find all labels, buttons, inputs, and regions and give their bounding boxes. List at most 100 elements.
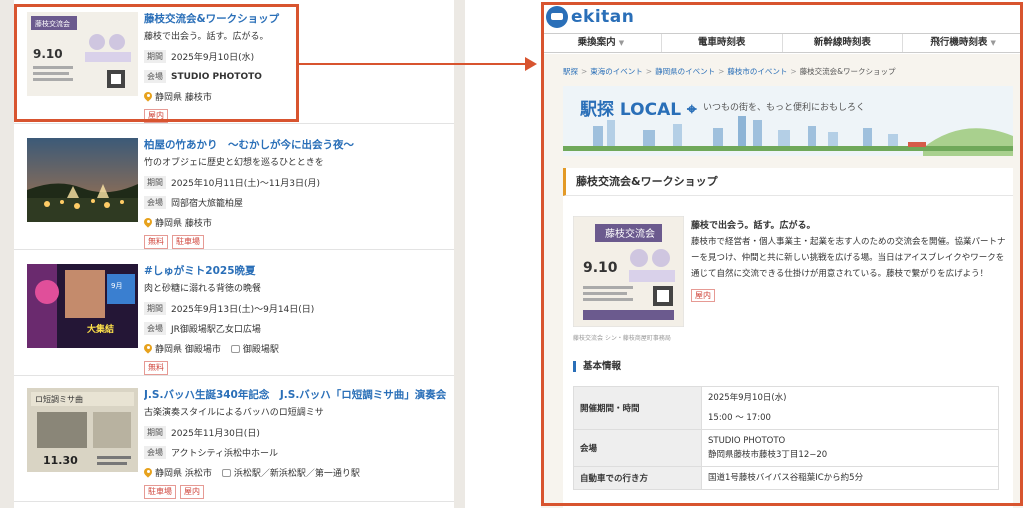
event-venue: アクトシティ浜松中ホール (171, 449, 279, 459)
table-row: 自動車での行き方 国道1号藤枝バイパス谷稲葉ICから約5分 (573, 466, 999, 490)
map-pin-icon (144, 468, 152, 478)
badge-parking: 駐車場 (144, 485, 176, 499)
badge-indoor: 屋内 (180, 485, 204, 499)
row-label: 自動車での行き方 (573, 466, 702, 490)
svg-text:9月: 9月 (111, 282, 122, 290)
event-badges: 無料 (144, 361, 450, 375)
event-info: J.S.バッハ生誕340年記念 J.S.バッハ「ロ短調ミサ曲」演奏会 古楽演奏ス… (144, 388, 450, 499)
badge-free: 無料 (144, 235, 168, 249)
event-venue-row: 会場 アクトシティ浜松中ホール (144, 446, 450, 459)
svg-text:大集結: 大集結 (87, 323, 114, 335)
event-subtitle: 肉と砂糖に溺れる背徳の晩餐 (144, 284, 262, 294)
breadcrumb-link[interactable]: 静岡県のイベント (655, 67, 715, 76)
map-pin-icon: ⌖ (686, 100, 697, 120)
event-location-row: 静岡県 浜松市 浜松駅／新浜松駅／第一通り駅 (144, 466, 450, 479)
event-badges: 無料 駐車場 (144, 235, 450, 249)
row-value: STUDIO PHOTOTO 静岡県藤枝市藤枝3丁目12−20 (701, 429, 999, 467)
basic-info-heading: 基本情報 (573, 361, 621, 372)
row-value: 2025年9月10日(水) 15:00 ～ 17:00 (701, 386, 999, 430)
event-location-row: 静岡県 藤枝市 (144, 216, 450, 229)
basic-info-table: 開催期間・時間 2025年9月10日(水) 15:00 ～ 17:00 会場 S… (573, 386, 999, 490)
row-value: 国道1号藤枝バイパス谷稲葉ICから約5分 (701, 466, 999, 490)
event-badges: 駐車場 屋内 (144, 485, 450, 499)
event-poster-image[interactable]: 大集結 9月 (27, 264, 138, 348)
event-period: 2025年9月13日(土)～9月14日(日) (171, 305, 315, 315)
arrow-right-icon (525, 57, 537, 71)
svg-text:藤枝交流会: 藤枝交流会 (605, 227, 655, 240)
nav-transfer[interactable]: 乗換案内 ▼ (541, 34, 662, 52)
nav-shinkansen-timetable[interactable]: 新幹線時刻表 (783, 34, 904, 52)
breadcrumb-current: 藤枝交流会&ワークショップ (799, 67, 896, 76)
event-station: 御殿場駅 (242, 345, 279, 355)
local-banner[interactable]: 駅探 LOCAL ⌖ いつもの街を、もっと便利におもしろく (563, 86, 1013, 156)
event-period-row: 期間 2025年10月11日(土)～11月3日(月) (144, 176, 450, 189)
event-badges: 屋内 (691, 283, 715, 302)
nav-flight-timetable[interactable]: 飛行機時刻表 ▼ (903, 34, 1023, 52)
train-logo-icon (546, 6, 568, 28)
event-title[interactable]: 柏屋の竹あかり ～むかしが今に出会う夜～ (144, 138, 450, 152)
table-row: 開催期間・時間 2025年9月10日(水) 15:00 ～ 17:00 (573, 386, 999, 430)
event-subtitle: 竹のオブジェに歴史と幻想を巡るひとときを (144, 158, 324, 168)
svg-text:ロ短調ミサ曲: ロ短調ミサ曲 (35, 394, 83, 404)
svg-text:11.30: 11.30 (43, 454, 78, 467)
venue-label: 会場 (144, 446, 166, 459)
row-label: 会場 (573, 429, 702, 467)
event-info: #しゅがミト2025晩夏 肉と砂糖に溺れる背徳の晩餐 期間 2025年9月13日… (144, 264, 450, 375)
breadcrumb-link[interactable]: 駅探 (563, 67, 578, 76)
breadcrumb-link[interactable]: 東海のイベント (590, 67, 643, 76)
chevron-down-icon: ▼ (618, 39, 625, 47)
chevron-down-icon: ▼ (990, 39, 996, 47)
event-poster-image[interactable]: ロ短調ミサ曲 11.30 (27, 388, 138, 472)
map-pin-icon (144, 218, 152, 228)
period-label: 期間 (144, 426, 166, 439)
event-location: 静岡県 御殿場市 (155, 345, 221, 355)
event-heading: 藤枝交流会&ワークショップ (563, 168, 1013, 196)
site-logo[interactable]: ekitan (546, 6, 634, 28)
event-period-row: 期間 2025年11月30日(日) (144, 426, 450, 439)
row-label: 開催期間・時間 (573, 386, 702, 430)
venue-label: 会場 (144, 196, 166, 209)
event-detail-card: 藤枝交流会&ワークショップ 藤枝交流会 9.10 藤枝交流会 シン・藤枝商屋町事… (563, 168, 1013, 508)
period-label: 期間 (144, 176, 166, 189)
event-venue: 岡部宿大旅籠柏屋 (171, 199, 244, 209)
breadcrumb: 駅探 > 東海のイベント > 静岡県のイベント > 藤枝市のイベント > 藤枝交流会&ワークショ… (563, 67, 896, 76)
event-list-item[interactable]: ロ短調ミサ曲 11.30 J.S.バッハ生誕340年記念 J.S.バッハ「ロ短調… (14, 378, 454, 502)
event-venue-row: 会場 JR御殿場駅乙女口広場 (144, 322, 450, 335)
event-period: 2025年11月30日(日) (171, 429, 260, 439)
event-station: 浜松駅／新浜松駅／第一通り駅 (233, 469, 360, 479)
svg-text:9.10: 9.10 (583, 260, 618, 276)
map-pin-icon (144, 344, 152, 354)
event-title[interactable]: #しゅがミト2025晩夏 (144, 264, 450, 278)
main-nav: 乗換案内 ▼ 電車時刻表 新幹線時刻表 飛行機時刻表 ▼ (541, 33, 1023, 53)
arrow-line (299, 63, 527, 65)
event-detail-page: ekitan 乗換案内 ▼ 電車時刻表 新幹線時刻表 飛行機時刻表 ▼ 駅探 > 東海の… (541, 0, 1023, 508)
event-venue-row: 会場 岡部宿大旅籠柏屋 (144, 196, 450, 209)
period-label: 期間 (144, 302, 166, 315)
event-list-item[interactable]: 柏屋の竹あかり ～むかしが今に出会う夜～ 竹のオブジェに歴史と幻想を巡るひととき… (14, 126, 454, 250)
event-location-row: 静岡県 御殿場市 御殿場駅 (144, 342, 450, 355)
breadcrumb-link[interactable]: 藤枝市のイベント (727, 67, 787, 76)
poster-caption: 藤枝交流会 シン・藤枝商屋町事務局 (573, 335, 671, 342)
event-period: 2025年10月11日(土)～11月3日(月) (171, 179, 321, 189)
venue-label: 会場 (144, 322, 166, 335)
event-venue: JR御殿場駅乙女口広場 (171, 325, 261, 335)
event-info: 柏屋の竹あかり ～むかしが今に出会う夜～ 竹のオブジェに歴史と幻想を巡るひととき… (144, 138, 450, 249)
event-poster-large[interactable]: 藤枝交流会 9.10 (572, 215, 685, 328)
event-subtitle: 古楽演奏スタイルによるバッハのロ短調ミサ (144, 408, 324, 418)
train-icon (230, 344, 240, 353)
train-icon (221, 468, 231, 477)
event-period-row: 期間 2025年9月13日(土)～9月14日(日) (144, 302, 450, 315)
table-row: 会場 STUDIO PHOTOTO 静岡県藤枝市藤枝3丁目12−20 (573, 429, 999, 467)
banner-title: 駅探 LOCAL ⌖ (580, 100, 697, 120)
badge-free: 無料 (144, 361, 168, 375)
banner-subtitle: いつもの街を、もっと便利におもしろく (703, 103, 866, 113)
event-catchphrase: 藤枝で出会う。話す。広がる。 (691, 221, 816, 231)
nav-train-timetable[interactable]: 電車時刻表 (662, 34, 783, 52)
event-location: 静岡県 藤枝市 (155, 219, 212, 229)
badge-indoor: 屋内 (691, 289, 715, 302)
event-description: 藤枝市で経営者・個人事業主・起業を志す人のための交流会を開催。協業パートナーを見… (691, 237, 1006, 279)
event-list-item[interactable]: 大集結 9月 #しゅがミト2025晩夏 肉と砂糖に溺れる背徳の晩餐 期間 202… (14, 252, 454, 376)
event-poster-image[interactable] (27, 138, 138, 222)
logo-text: ekitan (571, 7, 635, 27)
event-title[interactable]: J.S.バッハ生誕340年記念 J.S.バッハ「ロ短調ミサ曲」演奏会 (144, 388, 450, 402)
